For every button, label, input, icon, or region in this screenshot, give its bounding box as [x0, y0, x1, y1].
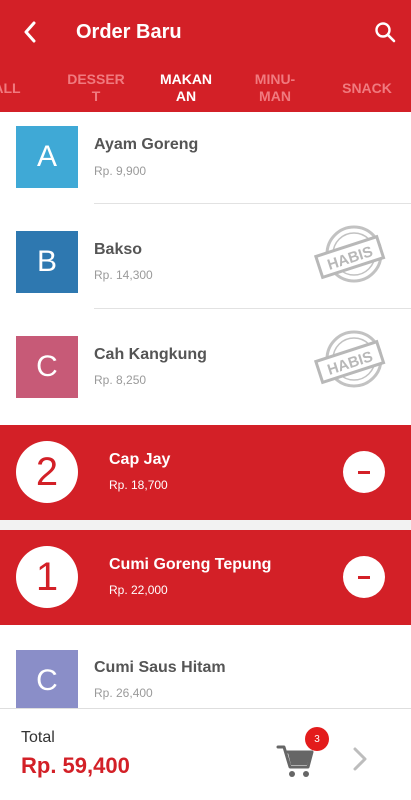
item-price: Rp. 26,400 [94, 686, 153, 700]
total-label: Total [21, 729, 55, 746]
total-value: Rp. 59,400 [21, 753, 130, 778]
page-title: Order Baru [76, 21, 182, 43]
category-tabs: ALL DESSER T MAKAN AN MINU- MAN SNACK [0, 64, 411, 112]
decrease-button[interactable] [343, 451, 385, 493]
back-button[interactable] [16, 16, 44, 48]
menu-item-ayam-goreng[interactable]: A Ayam Goreng Rp. 9,900 [0, 112, 411, 204]
menu-list[interactable]: A Ayam Goreng Rp. 9,900 B Bakso Rp. 14,3… [0, 112, 411, 708]
item-avatar: B [16, 231, 78, 293]
menu-item-bakso[interactable]: B Bakso Rp. 14,300 HABIS [0, 204, 411, 309]
tab-all[interactable]: ALL [0, 68, 24, 108]
item-name: Cumi Saus Hitam [94, 659, 226, 676]
tab-dessert[interactable]: DESSER T [60, 68, 132, 108]
item-avatar: C [16, 336, 78, 398]
item-avatar: C [16, 650, 78, 708]
item-price: Rp. 8,250 [94, 373, 147, 387]
tab-label: DESSER T [67, 71, 125, 104]
menu-item-cumi-saus-hitam[interactable]: C Cumi Saus Hitam Rp. 26,400 [0, 625, 411, 708]
search-icon [375, 22, 396, 43]
tab-makanan[interactable]: MAKAN AN [152, 68, 220, 108]
item-name: Cap Jay [109, 451, 171, 468]
item-avatar: A [16, 126, 78, 188]
minus-icon [358, 470, 370, 474]
chevron-right-icon [353, 747, 367, 771]
quantity-badge: 1 [16, 546, 78, 608]
order-footer: Total Rp. 59,400 3 [0, 708, 411, 800]
minus-icon [358, 575, 370, 579]
tab-label: MINU- MAN [254, 71, 296, 104]
sold-out-stamp-icon: HABIS [314, 330, 386, 388]
item-name: Cah Kangkung [94, 346, 207, 363]
tab-label: SNACK [342, 79, 392, 96]
tab-label: ALL [0, 79, 21, 96]
quantity-badge: 2 [16, 441, 78, 503]
sold-out-stamp-icon: HABIS [314, 225, 386, 283]
item-name: Bakso [94, 241, 143, 258]
app-bar: Order Baru [0, 0, 411, 64]
search-button[interactable] [371, 16, 399, 48]
decrease-button[interactable] [343, 556, 385, 598]
item-price: Rp. 22,000 [109, 583, 168, 597]
selected-item-cumi-goreng-tepung[interactable]: 1 Cumi Goreng Tepung Rp. 22,000 [0, 530, 411, 625]
cart-count-badge: 3 [305, 727, 329, 751]
item-price: Rp. 14,300 [94, 268, 153, 282]
tab-label: MAKAN AN [159, 71, 213, 104]
tab-minuman[interactable]: MINU- MAN [242, 68, 308, 108]
tab-snack[interactable]: SNACK [334, 68, 400, 108]
selected-item-cap-jay[interactable]: 2 Cap Jay Rp. 18,700 [0, 425, 411, 520]
item-price: Rp. 9,900 [94, 164, 147, 178]
arrow-left-icon [24, 21, 36, 43]
item-price: Rp. 18,700 [109, 478, 168, 492]
item-name: Ayam Goreng [94, 136, 199, 153]
item-name: Cumi Goreng Tepung [109, 556, 272, 573]
next-button[interactable] [348, 739, 372, 779]
menu-item-cah-kangkung[interactable]: C Cah Kangkung Rp. 8,250 HABIS [0, 309, 411, 425]
